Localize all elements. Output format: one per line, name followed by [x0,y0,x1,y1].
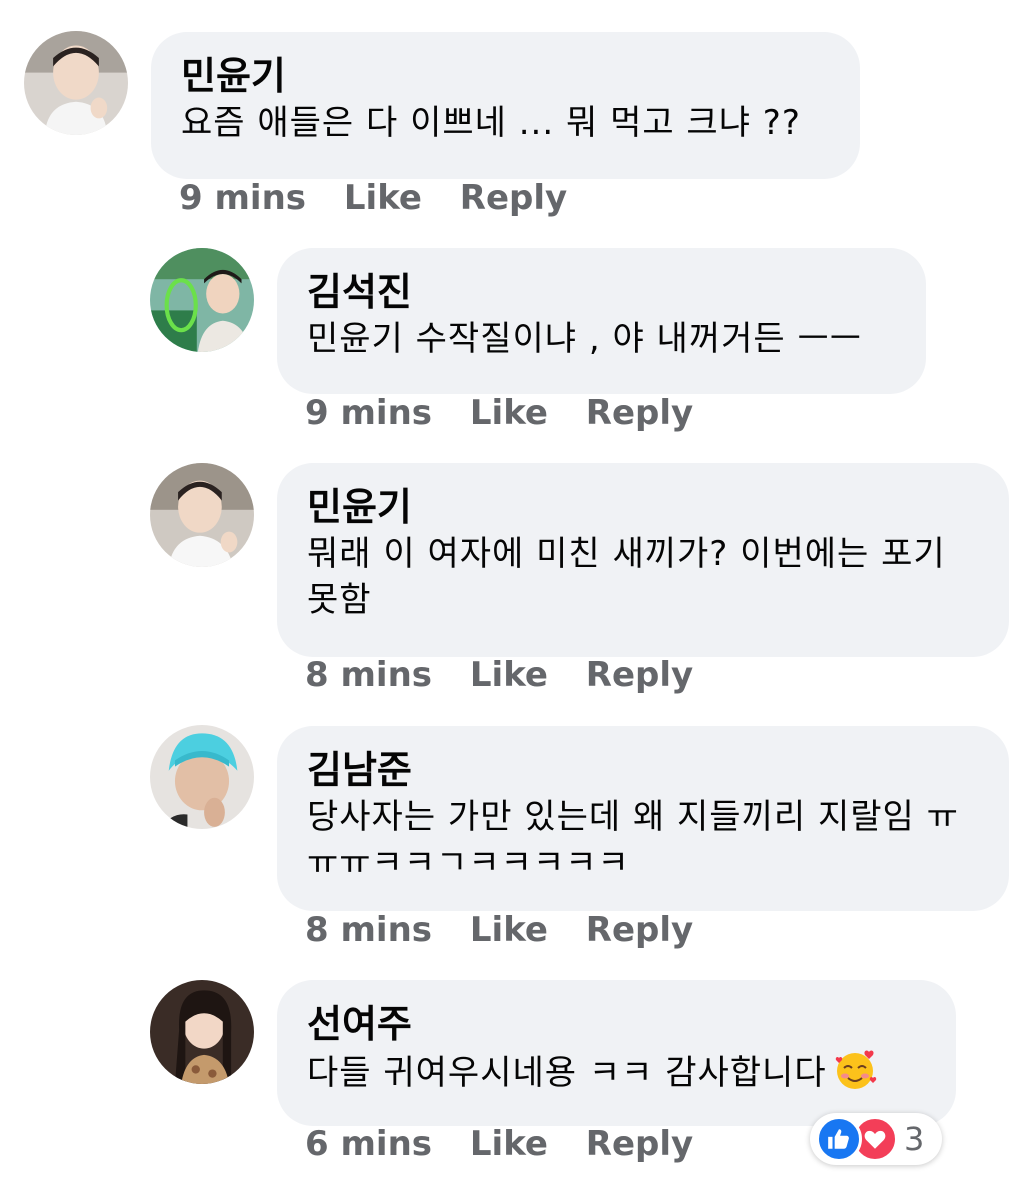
comment-meta: 9 mins Like Reply [179,178,593,218]
avatar[interactable] [150,980,254,1084]
comment-bubble: 선여주 다들 귀여우시네용 ㅋㅋ 감사합니다 [277,980,956,1126]
comment-meta: 6 mins Like Reply [305,1124,719,1164]
like-icon [816,1116,862,1162]
comment-author[interactable]: 민윤기 [307,483,979,531]
comment-author[interactable]: 김석진 [307,268,896,316]
reaction-count: 3 [904,1120,925,1158]
comment-meta: 8 mins Like Reply [305,910,719,950]
comment-timestamp[interactable]: 6 mins [305,1124,432,1164]
reply-button[interactable]: Reply [586,393,693,433]
comment-timestamp[interactable]: 9 mins [305,393,432,433]
like-button[interactable]: Like [470,1124,548,1164]
comment-bubble: 김석진 민윤기 수작질이냐 , 야 내꺼거든 ㅡㅡ [277,248,926,394]
comment-bubble: 민윤기 요즘 애들은 다 이쁘네 ... 뭐 먹고 크냐 ?? [151,32,860,179]
comment-author[interactable]: 김남준 [307,746,979,794]
comment-author[interactable]: 민윤기 [181,52,830,100]
comment-text: 다들 귀여우시네용 ㅋㅋ 감사합니다 [307,1048,926,1096]
reply-button[interactable]: Reply [586,1124,693,1164]
comment-text: 뭐래 이 여자에 미친 새끼가? 이번에는 포기 못함 [307,534,946,620]
comment-timestamp[interactable]: 8 mins [305,655,432,695]
avatar[interactable] [150,248,254,352]
comment-author[interactable]: 선여주 [307,1000,926,1048]
reaction-summary[interactable]: 3 [810,1113,942,1165]
like-button[interactable]: Like [470,655,548,695]
like-button[interactable]: Like [470,393,548,433]
like-button[interactable]: Like [344,178,422,218]
avatar[interactable] [150,725,254,829]
comment-text: 민윤기 수작질이냐 , 야 내꺼거든 ㅡㅡ [307,319,863,359]
reply-button[interactable]: Reply [586,655,693,695]
comment-meta: 9 mins Like Reply [305,393,719,433]
comment-text: 요즘 애들은 다 이쁘네 ... 뭐 먹고 크냐 ?? [181,103,801,143]
like-button[interactable]: Like [470,910,548,950]
comment-timestamp[interactable]: 8 mins [305,910,432,950]
avatar[interactable] [150,463,254,567]
comment-bubble: 김남준 당사자는 가만 있는데 왜 지들끼리 지랄임 ㅠㅠㅠㅋㅋㄱㅋㅋㅋㅋㅋ [277,726,1009,911]
comment-timestamp[interactable]: 9 mins [179,178,306,218]
smiling-face-with-hearts-icon [835,1050,876,1089]
avatar[interactable] [24,31,128,135]
comment-meta: 8 mins Like Reply [305,655,719,695]
reply-button[interactable]: Reply [460,178,567,218]
reply-button[interactable]: Reply [586,910,693,950]
comment-text-content: 다들 귀여우시네용 ㅋㅋ 감사합니다 [307,1053,827,1093]
comment-text: 당사자는 가만 있는데 왜 지들끼리 지랄임 ㅠㅠㅠㅋㅋㄱㅋㅋㅋㅋㅋ [307,797,959,883]
comment-bubble: 민윤기 뭐래 이 여자에 미친 새끼가? 이번에는 포기 못함 [277,463,1009,657]
